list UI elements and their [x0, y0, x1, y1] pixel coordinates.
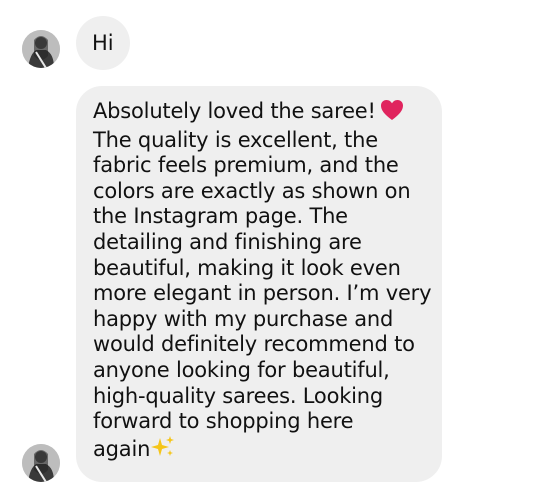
user-avatar-icon: [22, 30, 60, 68]
message-line-text: again: [93, 436, 151, 461]
message-thread: Hi Absolutely loved the saree! The quali…: [0, 0, 535, 494]
message-line-text: Absolutely loved the saree!: [93, 99, 376, 123]
sender-avatar[interactable]: [22, 444, 60, 482]
message-line: colors are exactly as shown on: [93, 178, 411, 203]
message-line: The quality is excellent, the: [93, 127, 378, 152]
message-bubble-review[interactable]: Absolutely loved the saree! The quality …: [76, 86, 442, 482]
message-text: Hi: [92, 31, 114, 55]
message-line: anyone looking for beautiful,: [93, 357, 390, 382]
message-line: fabric feels premium, and the: [93, 153, 399, 178]
user-avatar-icon: [22, 444, 60, 482]
sparkles-emoji: [151, 435, 175, 466]
message-line: more elegant in person. I’m very: [93, 281, 432, 306]
message-line: again: [93, 435, 428, 466]
message-line: Absolutely loved the saree!: [93, 99, 428, 128]
message-line: high-quality sarees. Looking: [93, 383, 384, 408]
sender-avatar[interactable]: [22, 30, 60, 68]
message-line: the Instagram page. The: [93, 204, 348, 229]
message-line: forward to shopping here: [93, 409, 354, 434]
message-line: beautiful, making it look even: [93, 255, 401, 280]
message-line: would definitely recommend to: [93, 332, 415, 357]
message-line: happy with my purchase and: [93, 306, 394, 331]
message-line: detailing and finishing are: [93, 229, 362, 254]
message-bubble-greeting[interactable]: Hi: [76, 16, 130, 70]
red-heart-emoji: [380, 99, 404, 128]
